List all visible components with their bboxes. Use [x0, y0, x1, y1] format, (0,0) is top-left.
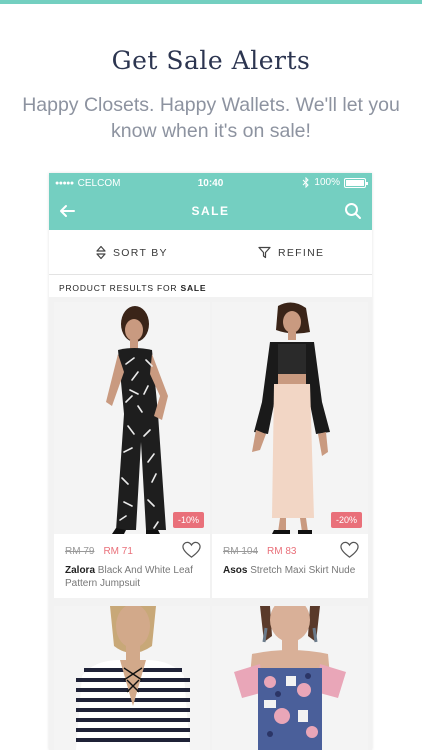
- product-image[interactable]: [212, 606, 368, 750]
- refine-button[interactable]: REFINE: [258, 230, 324, 275]
- original-price: RM 104: [223, 546, 259, 557]
- product-card[interactable]: -10% RM 79 RM 71 Zalora Black And White …: [54, 302, 210, 598]
- product-card[interactable]: [212, 606, 368, 750]
- sort-icon: [96, 245, 106, 260]
- price-row: RM 104 RM 83: [223, 546, 296, 557]
- product-brand: Zalora: [65, 565, 96, 576]
- product-image[interactable]: -10%: [54, 302, 210, 534]
- status-right: 100%: [302, 177, 368, 188]
- bluetooth-icon: [303, 177, 310, 188]
- heart-icon[interactable]: [182, 541, 201, 559]
- printed-top-photo: [212, 606, 368, 750]
- discount-badge: -10%: [172, 512, 204, 528]
- nav-bar: SALE: [49, 193, 372, 230]
- top-accent-bar: [0, 0, 422, 4]
- sort-refine-toolbar: SORT BY REFINE: [49, 230, 372, 275]
- battery-percent: 100%: [314, 177, 340, 188]
- nav-title: SALE: [191, 204, 230, 218]
- price-row: RM 79 RM 71: [65, 546, 133, 557]
- product-title: Stretch Maxi Skirt Nude: [250, 565, 356, 576]
- original-price: RM 79: [65, 546, 95, 557]
- headline: Get Sale Alerts: [111, 46, 311, 75]
- results-query: SALE: [180, 283, 207, 293]
- sale-price: RM 83: [267, 546, 297, 557]
- product-image[interactable]: [54, 606, 210, 750]
- sale-price: RM 71: [103, 546, 133, 557]
- sort-by-label: SORT BY: [113, 246, 168, 259]
- heart-icon[interactable]: [340, 541, 359, 559]
- phone-screen: ●●●●● CELCOM 10:40 100% SALE SORT BY REF…: [49, 173, 372, 750]
- sort-by-button[interactable]: SORT BY: [96, 230, 168, 275]
- striped-top-photo: [54, 606, 210, 750]
- refine-label: REFINE: [278, 246, 325, 259]
- product-brand: Asos: [223, 565, 248, 576]
- jumpsuit-photo: [54, 302, 210, 534]
- results-prefix: PRODUCT RESULTS FOR: [59, 283, 178, 293]
- product-card[interactable]: -20% RM 104 RM 83 Asos Stretch Maxi Skir…: [212, 302, 368, 598]
- product-image[interactable]: -20%: [212, 302, 368, 534]
- product-name[interactable]: Asos Stretch Maxi Skirt Nude: [223, 565, 363, 578]
- discount-badge: -20%: [330, 512, 362, 528]
- filter-icon: [258, 246, 271, 259]
- product-card[interactable]: [54, 606, 210, 750]
- battery-icon: [344, 177, 368, 188]
- search-icon[interactable]: [343, 201, 363, 221]
- status-bar: ●●●●● CELCOM 10:40 100%: [49, 173, 372, 193]
- maxi-skirt-photo: [212, 302, 368, 534]
- product-name[interactable]: Zalora Black And White Leaf Pattern Jump…: [65, 565, 205, 590]
- product-grid: -10% RM 79 RM 71 Zalora Black And White …: [49, 297, 372, 750]
- results-heading: PRODUCT RESULTS FOR SALE: [59, 283, 206, 293]
- subheadline: Happy Closets. Happy Wallets. We'll let …: [22, 94, 400, 142]
